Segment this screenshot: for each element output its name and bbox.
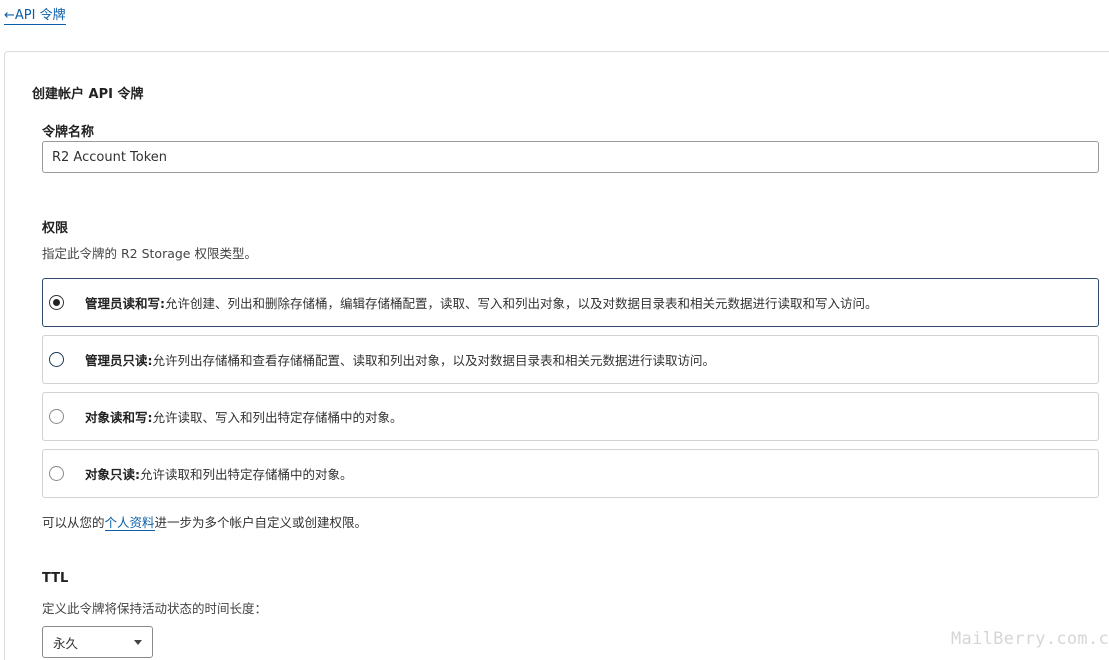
page-title: 创建帐户 API 令牌 [32, 87, 144, 102]
ttl-description: 定义此令牌将保持活动状态的时间长度： [42, 601, 268, 616]
option-title: 管理员只读: [85, 353, 153, 368]
permissions-description: 指定此令牌的 R2 Storage 权限类型。 [42, 246, 257, 261]
profile-note: 可以从您的个人资料进一步为多个帐户自定义或创建权限。 [42, 512, 367, 531]
option-title: 对象读和写: [85, 410, 153, 425]
chevron-down-icon [134, 639, 142, 645]
radio-unchecked-icon[interactable] [49, 352, 64, 367]
ttl-selected-value: 永久 [53, 635, 79, 651]
back-link-label: API 令牌 [14, 8, 66, 23]
option-description: 允许创建、列出和删除存储桶，编辑存储桶配置，读取、写入和列出对象，以及对数据目录… [165, 296, 878, 311]
option-description: 允许读取和列出特定存储桶中的对象。 [140, 467, 353, 482]
permission-option-admin-read-only[interactable]: 管理员只读: 允许列出存储桶和查看存储桶配置、读取和列出对象，以及对数据目录表和… [42, 335, 1099, 384]
watermark: MailBerry.com.cn [951, 629, 1109, 649]
create-token-card: 创建帐户 API 令牌 令牌名称 权限 指定此令牌的 R2 Storage 权限… [4, 51, 1109, 660]
profile-note-before: 可以从您的 [42, 515, 105, 530]
token-name-input[interactable] [42, 141, 1099, 173]
option-description: 允许列出存储桶和查看存储桶配置、读取和列出对象，以及对数据目录表和相关元数据进行… [152, 353, 716, 368]
permission-option-admin-read-write[interactable]: 管理员读和写: 允许创建、列出和删除存储桶，编辑存储桶配置，读取、写入和列出对象… [42, 278, 1099, 327]
back-arrow-icon: ← [4, 8, 15, 23]
radio-unchecked-icon[interactable] [49, 466, 64, 481]
token-name-label: 令牌名称 [42, 125, 95, 140]
radio-unchecked-icon[interactable] [49, 409, 64, 424]
permissions-label: 权限 [42, 221, 69, 236]
option-title: 管理员读和写: [85, 296, 165, 311]
ttl-label: TTL [42, 571, 69, 586]
radio-checked-icon[interactable] [49, 295, 64, 310]
permission-option-object-read-only[interactable]: 对象只读: 允许读取和列出特定存储桶中的对象。 [42, 449, 1099, 498]
permission-option-object-read-write[interactable]: 对象读和写: 允许读取、写入和列出特定存储桶中的对象。 [42, 392, 1099, 441]
option-description: 允许读取、写入和列出特定存储桶中的对象。 [152, 410, 403, 425]
profile-note-after: 进一步为多个帐户自定义或创建权限。 [154, 515, 368, 530]
option-title: 对象只读: [85, 467, 140, 482]
profile-link[interactable]: 个人资料 [104, 515, 155, 531]
ttl-select[interactable]: 永久 [42, 626, 153, 658]
back-to-api-tokens-link[interactable]: ←API 令牌 [4, 4, 66, 25]
